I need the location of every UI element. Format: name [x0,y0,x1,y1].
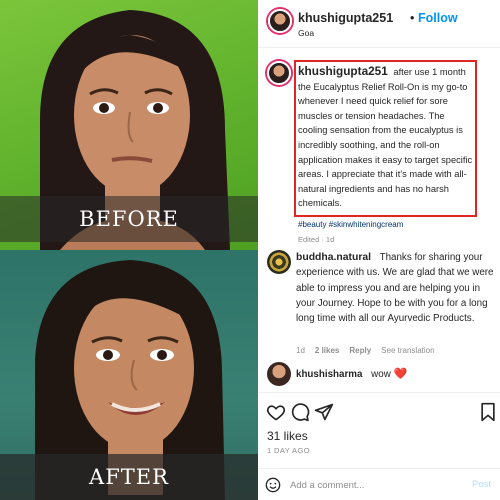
before-photo: BEFORE [0,0,258,250]
before-label: BEFORE [0,196,258,242]
heart-emoji: ❤️ [393,368,408,380]
emoji-icon[interactable] [265,477,281,493]
heart-icon[interactable] [266,402,286,422]
header-separator: • [410,11,415,25]
author-avatar[interactable] [268,9,292,33]
caption-author-avatar[interactable] [267,61,291,85]
see-translation-button[interactable]: See translation [381,346,434,355]
comment-meta: 1d 2 likes Reply See translation [296,346,435,355]
commenter-username[interactable]: buddha.natural [296,252,371,263]
post-timestamp: 1 DAY AGO [267,446,310,455]
after-photo: AFTER [0,250,258,500]
comment-time: 1d [296,346,305,355]
comment-body: wow [371,369,391,380]
follow-button[interactable]: Follow [418,11,458,25]
bookmark-icon[interactable] [478,402,498,422]
author-username[interactable]: khushigupta251 [298,11,393,25]
post-comment-button[interactable]: Post [472,479,491,490]
comment-icon[interactable] [290,402,310,422]
comment-text: khushisharma wow ❤️ [296,367,407,380]
commenter-username[interactable]: khushisharma [296,369,362,380]
caption-hashtags[interactable]: #beauty #skinwhiteningcream [298,220,403,229]
add-comment-bar: Post [258,468,500,500]
reply-button[interactable]: Reply [349,346,371,355]
commenter-avatar[interactable] [267,362,291,386]
comment-input[interactable] [290,477,450,493]
post-actions-bar [258,392,500,426]
share-icon[interactable] [314,402,334,422]
comment-text: buddha.natural Thanks for sharing your e… [296,250,496,326]
caption-body: after use 1 month the Eucalyptus Relief … [298,67,473,209]
likes-count[interactable]: 2 likes [315,346,339,355]
commenter-avatar[interactable] [267,250,291,274]
post-header: khushigupta251 • Follow Goa [258,0,500,48]
caption-text: khushigupta251 after use 1 month the Euc… [298,64,476,211]
post-panel: khushigupta251 • Follow Goa khushigupta2… [258,0,500,500]
post-location[interactable]: Goa [298,28,314,38]
after-label: AFTER [0,454,258,500]
post-likes-count[interactable]: 31 likes [267,429,308,443]
caption-edited-meta: Edited · 1d [298,235,335,244]
caption-username[interactable]: khushigupta251 [298,64,388,78]
